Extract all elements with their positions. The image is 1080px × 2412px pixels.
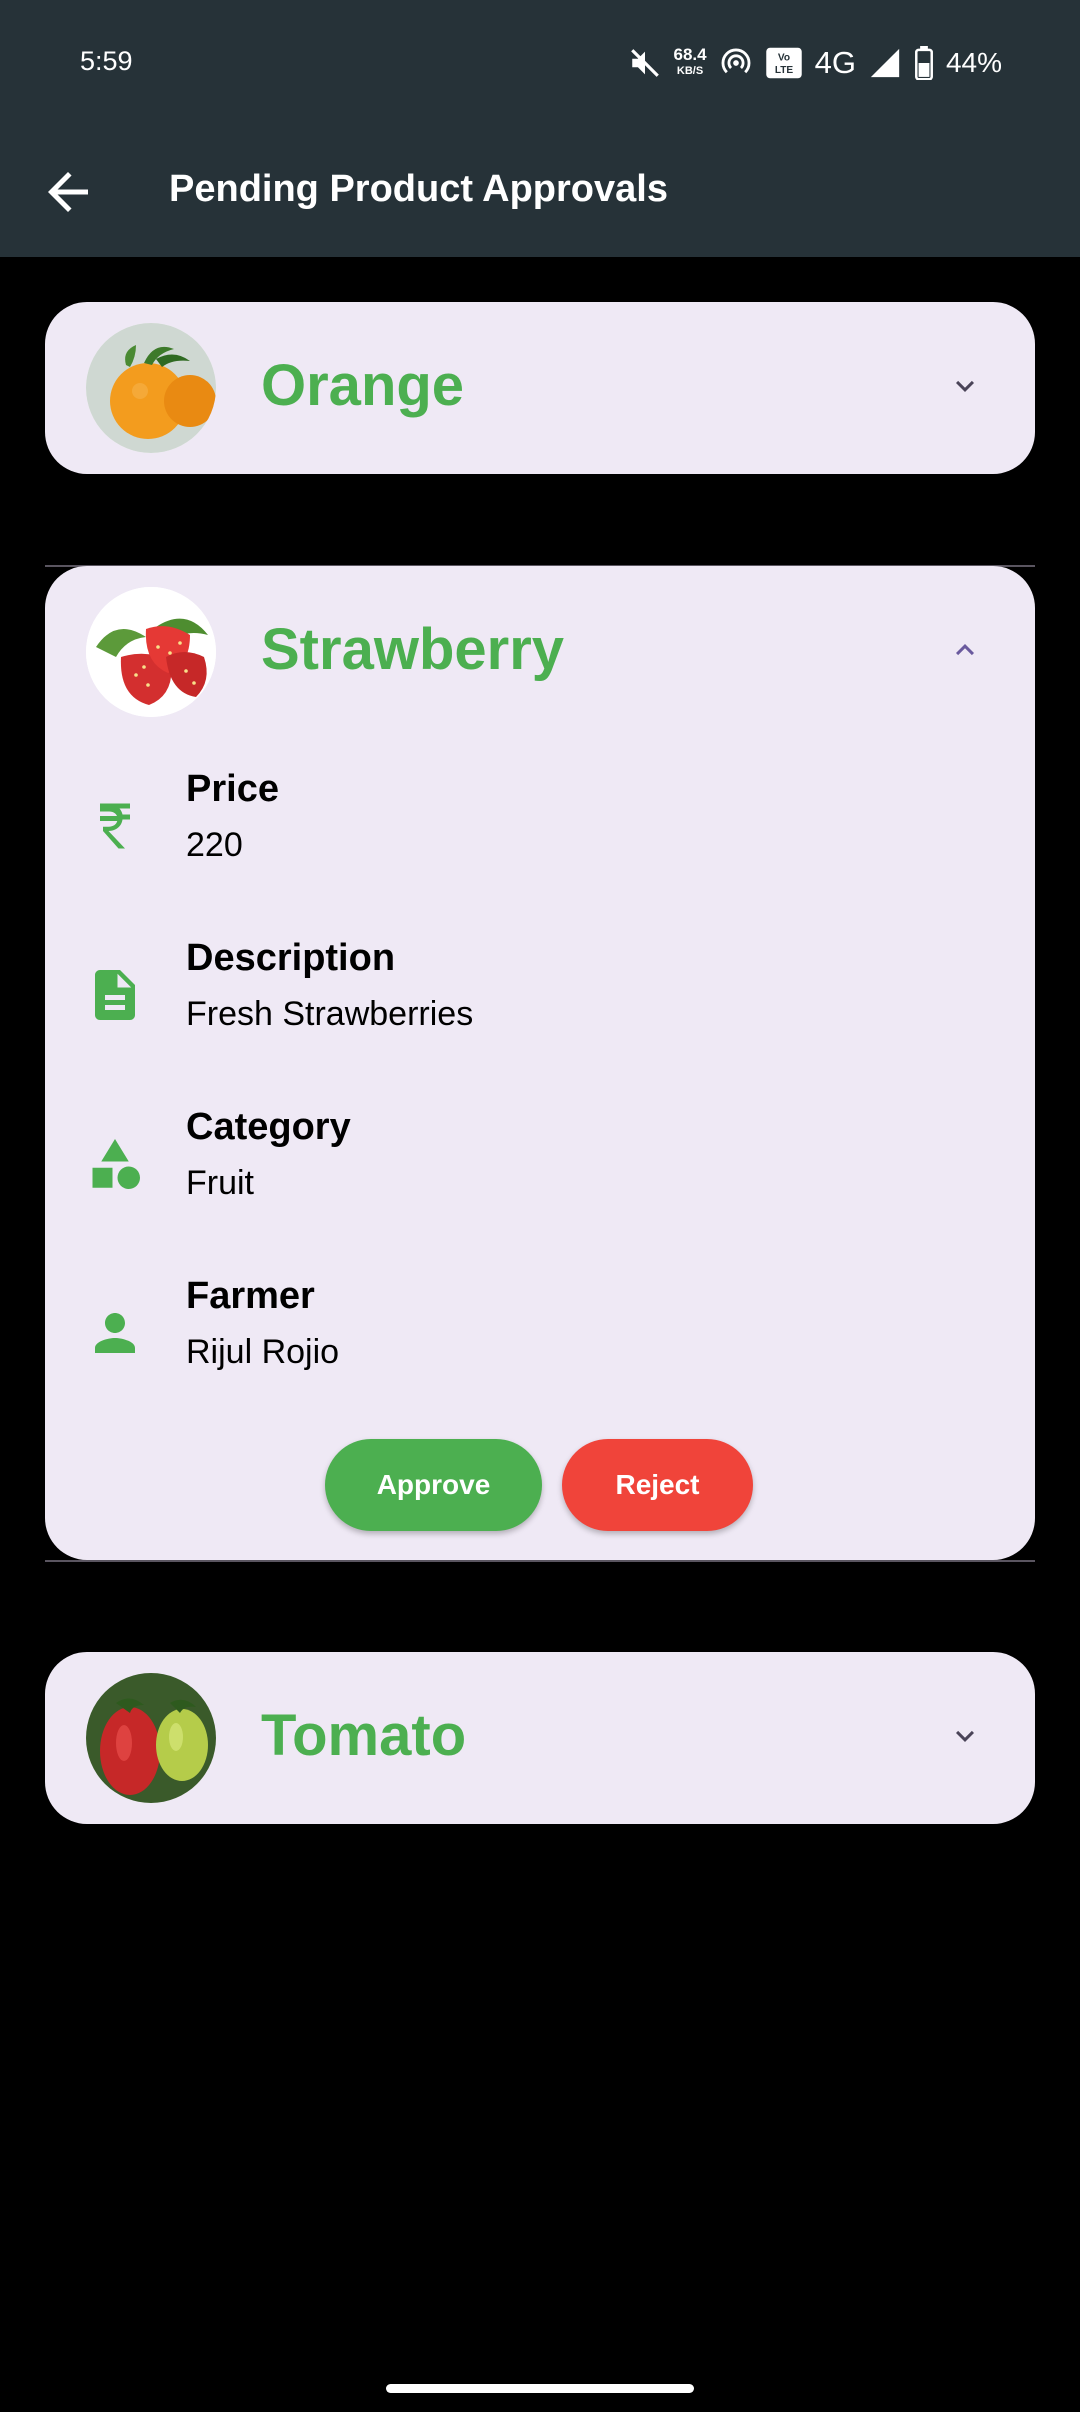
svg-text:LTE: LTE <box>774 65 793 76</box>
detail-price: Price 220 <box>45 766 1035 886</box>
detail-category: Category Fruit <box>45 1104 1035 1224</box>
detail-value: Fruit <box>186 1164 254 1202</box>
detail-label: Category <box>186 1106 351 1148</box>
chevron-down-icon[interactable] <box>947 368 983 404</box>
home-indicator[interactable] <box>386 2384 694 2393</box>
chevron-down-icon[interactable] <box>947 1718 983 1754</box>
battery-icon <box>914 46 933 80</box>
orange-image <box>86 323 216 453</box>
product-card-orange: Orange <box>45 302 1035 474</box>
arrow-left-icon[interactable] <box>38 162 98 222</box>
app-bar: Pending Product Approvals <box>0 128 1080 257</box>
tomato-image <box>86 1673 216 1803</box>
detail-description: Description Fresh Strawberries <box>45 935 1035 1055</box>
svg-text:Vo: Vo <box>778 52 790 63</box>
page-title: Pending Product Approvals <box>169 168 668 210</box>
mute-icon <box>630 49 659 77</box>
product-header-tomato[interactable]: Tomato <box>45 1652 1035 1824</box>
status-bar: 5:59 68.4 KB/S Vo LTE 4G 44% <box>0 0 1080 128</box>
reject-button[interactable]: Reject <box>562 1439 753 1531</box>
chevron-up-icon[interactable] <box>947 632 983 668</box>
product-header-strawberry[interactable]: Strawberry <box>45 566 1035 738</box>
product-card-tomato: Tomato <box>45 1652 1035 1824</box>
detail-label: Price <box>186 768 279 810</box>
document-icon <box>95 970 135 1020</box>
network-speed: 68.4 KB/S <box>673 45 707 77</box>
status-time: 5:59 <box>80 46 133 76</box>
detail-farmer: Farmer Rijul Rojio <box>45 1273 1035 1393</box>
product-header-orange[interactable]: Orange <box>45 302 1035 474</box>
status-icons: 68.4 KB/S Vo LTE 4G 44% <box>628 40 1002 86</box>
network-type: 4G <box>814 45 856 80</box>
detail-value: Fresh Strawberries <box>186 995 474 1033</box>
detail-value: Rijul Rojio <box>186 1333 340 1371</box>
product-name: Tomato <box>261 1703 467 1768</box>
approve-button[interactable]: Approve <box>325 1439 542 1531</box>
detail-value: 220 <box>186 826 243 864</box>
rupee-icon <box>100 803 130 849</box>
category-shapes-icon <box>92 1139 140 1189</box>
strawberry-image <box>86 587 216 717</box>
product-name: Strawberry <box>261 617 565 682</box>
hotspot-icon <box>721 48 750 74</box>
detail-label: Description <box>186 937 396 979</box>
person-icon <box>95 1313 135 1353</box>
product-name: Orange <box>261 353 465 418</box>
battery-percent: 44% <box>945 47 1002 78</box>
signal-icon <box>870 48 900 78</box>
detail-label: Farmer <box>186 1275 315 1317</box>
product-card-strawberry: Strawberry Price 220 Description Fresh S… <box>45 566 1035 1560</box>
divider <box>45 1560 1035 1562</box>
volte-icon: Vo LTE <box>765 47 802 79</box>
